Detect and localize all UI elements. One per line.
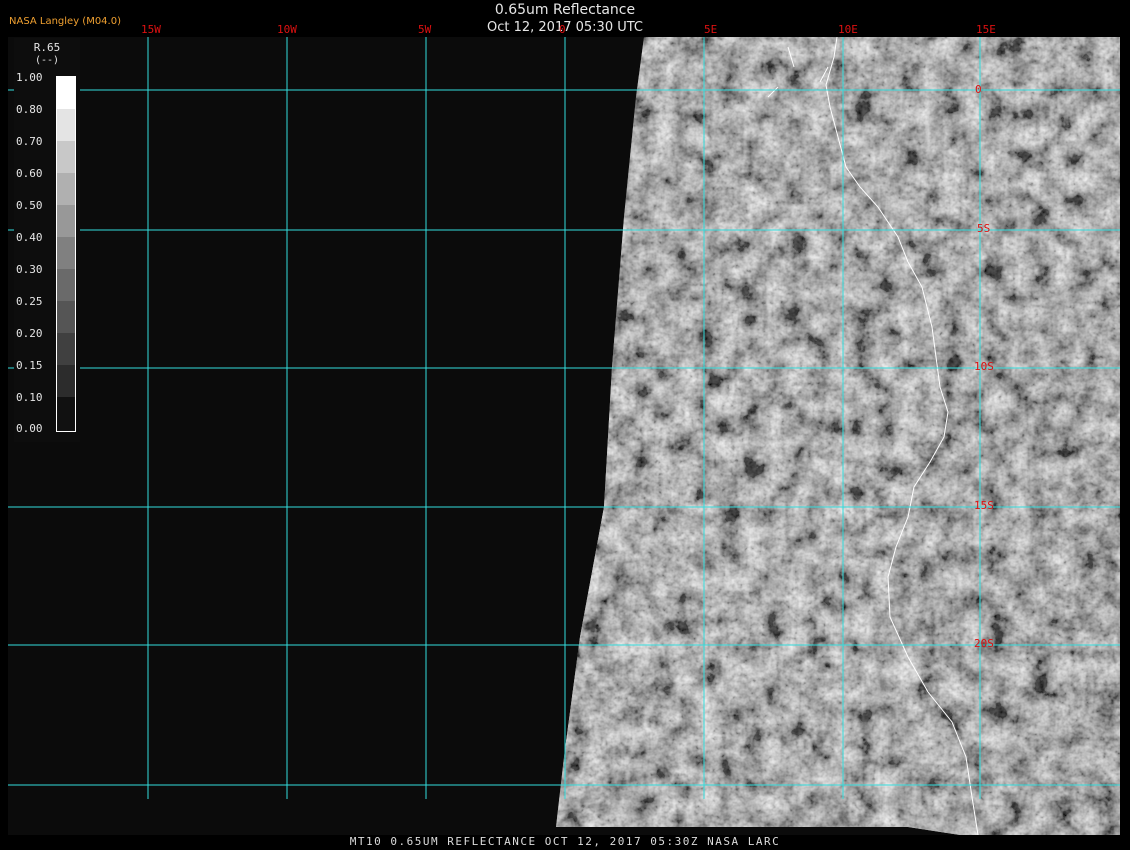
lat-label-5s: 5S: [977, 222, 991, 235]
lon-label-0: 0: [559, 23, 566, 36]
lon-label-15w: 15W: [141, 23, 161, 36]
colorbar-tick: 0.30: [16, 263, 43, 276]
lon-label-5w: 5W: [418, 23, 432, 36]
lon-label-5e: 5E: [704, 23, 718, 36]
colorbar-scale: [56, 76, 76, 432]
colorbar-legend: R.65 (--) 1.00 0.80 0.70 0.60 0.50 0.40 …: [14, 38, 80, 442]
image-title: 0.65um Reflectance: [494, 2, 636, 18]
lat-label-10s: 10S: [974, 360, 994, 373]
colorbar-tick: 0.50: [16, 199, 43, 212]
lon-label-15e: 15E: [976, 23, 996, 36]
colorbar-tick: 0.15: [16, 359, 43, 372]
colorbar-tick: 0.70: [16, 135, 43, 148]
image-footer: MT10 0.65UM REFLECTANCE OCT 12, 2017 05:…: [349, 835, 781, 848]
lat-label-15s: 15S: [974, 499, 994, 512]
satellite-map[interactable]: 0 5S 10S 15S 20S: [8, 37, 1120, 835]
satellite-image-viewer: 0 5S 10S 15S 20S 0.65um Reflectance Oct …: [0, 0, 1130, 850]
colorbar-tick: 0.60: [16, 167, 43, 180]
lat-label-20s: 20S: [974, 637, 994, 650]
colorbar-units: (--): [34, 55, 60, 66]
lon-label-10w: 10W: [277, 23, 297, 36]
colorbar-title: R.65: [33, 41, 61, 54]
colorbar-tick: 0.40: [16, 231, 43, 244]
satellite-swath: [556, 37, 1120, 835]
colorbar-tick: 0.25: [16, 295, 43, 308]
colorbar-tick: 0.00: [16, 422, 43, 435]
producer-label: NASA Langley (M04.0): [9, 16, 121, 27]
colorbar-tick: 1.00: [16, 71, 43, 84]
image-header: 0.65um Reflectance Oct 12, 2017 05:30 UT…: [0, 0, 1130, 37]
lat-label-0: 0: [975, 83, 982, 96]
map-canvas: [8, 37, 1120, 835]
colorbar-tick: 0.80: [16, 103, 43, 116]
colorbar-tick: 0.20: [16, 327, 43, 340]
lon-label-10e: 10E: [838, 23, 858, 36]
colorbar-tick: 0.10: [16, 391, 43, 404]
